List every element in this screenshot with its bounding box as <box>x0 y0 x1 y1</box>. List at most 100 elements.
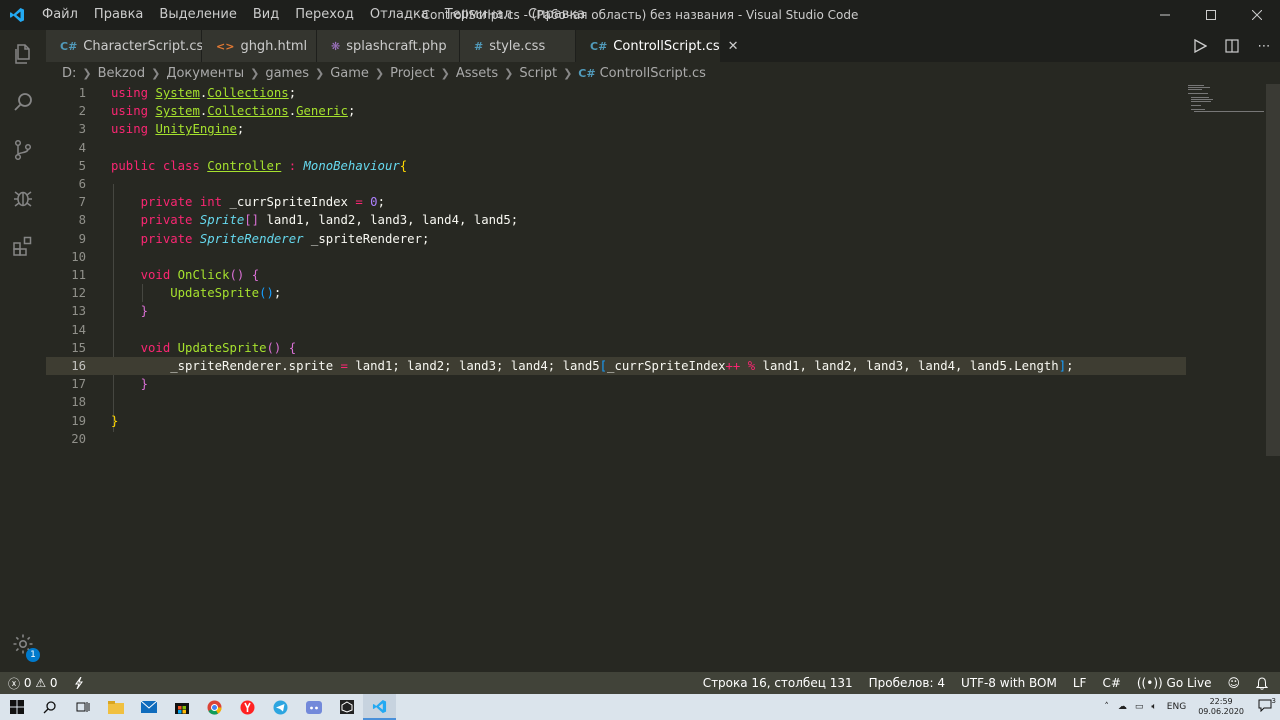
menu-selection[interactable]: Выделение <box>151 0 244 30</box>
notification-center-icon[interactable]: 3 <box>1250 697 1280 715</box>
menu-debug[interactable]: Отладка <box>362 0 437 30</box>
vertical-scrollbar[interactable] <box>1266 84 1280 456</box>
manage-gear-icon[interactable]: 1 <box>0 620 46 668</box>
clock[interactable]: 22:59 09.06.2020 <box>1192 697 1250 717</box>
clock-date: 09.06.2020 <box>1198 707 1244 716</box>
code-line[interactable]: 10 <box>46 248 1186 266</box>
bolt-icon[interactable] <box>66 672 92 694</box>
language-mode[interactable]: C# <box>1094 672 1128 694</box>
maximize-button[interactable] <box>1188 0 1234 30</box>
breadcrumb-item[interactable]: Документы <box>166 66 244 81</box>
file-explorer-icon[interactable] <box>99 694 132 720</box>
code-line[interactable]: 19} <box>46 412 1186 430</box>
go-live-button[interactable]: ((•)) Go Live <box>1129 672 1220 694</box>
split-editor-icon[interactable] <box>1216 30 1248 62</box>
telegram-icon[interactable] <box>264 694 297 720</box>
menu-edit[interactable]: Правка <box>86 0 151 30</box>
search-icon[interactable] <box>33 694 66 720</box>
close-button[interactable] <box>1234 0 1280 30</box>
go-live-label: Go Live <box>1166 676 1212 690</box>
tab-controllscript[interactable]: C# ControllScript.cs ✕ <box>576 30 739 62</box>
breadcrumb-item[interactable]: Assets <box>456 66 498 81</box>
chevron-up-icon[interactable]: ˄ <box>1099 702 1114 712</box>
unity-icon[interactable] <box>330 694 363 720</box>
menu-terminal[interactable]: Терминал <box>437 0 520 30</box>
tab-characterscript[interactable]: C# CharacterScript.cs <box>46 30 203 62</box>
code-line[interactable]: 2 using System.Collections.Generic; <box>46 102 1186 120</box>
menu-file[interactable]: Файл <box>34 0 86 30</box>
code-text: using System.Collections.Generic; <box>111 104 356 119</box>
breadcrumb-item[interactable]: Project <box>390 66 434 81</box>
search-icon[interactable] <box>0 78 46 126</box>
breadcrumb-item[interactable]: Script <box>519 66 557 81</box>
code-line[interactable]: 8 private Sprite[] land1, land2, land3, … <box>46 211 1186 229</box>
code-line[interactable]: 12 UpdateSprite(); <box>46 284 1186 302</box>
vscode-taskbar-icon[interactable] <box>363 694 396 720</box>
code-line[interactable]: 6 <box>46 175 1186 193</box>
mail-icon[interactable] <box>132 694 165 720</box>
code-line[interactable]: 9 private SpriteRenderer _spriteRenderer… <box>46 230 1186 248</box>
task-view-icon[interactable] <box>66 694 99 720</box>
clock-time: 22:59 <box>1209 697 1233 706</box>
tab-ghgh-html[interactable]: <> ghgh.html <box>202 30 317 62</box>
current-code-line[interactable]: 16 _spriteRenderer.sprite = land1; land2… <box>46 357 1186 376</box>
input-language[interactable]: ENG <box>1161 702 1192 712</box>
breadcrumb-item[interactable]: ControllScript.cs <box>600 66 706 81</box>
indentation[interactable]: Пробелов: 4 <box>861 672 953 694</box>
menu-go[interactable]: Переход <box>287 0 362 30</box>
tab-style-css[interactable]: # style.css <box>460 30 576 62</box>
chevron-right-icon: ❯ <box>374 66 385 80</box>
network-icon[interactable]: ▭ <box>1131 702 1148 712</box>
end-of-line[interactable]: LF <box>1065 672 1095 694</box>
code-editor[interactable]: 1 using System.Collections; 2 using System… <box>46 84 1266 672</box>
discord-icon[interactable] <box>297 694 330 720</box>
close-tab-icon[interactable]: ✕ <box>728 39 739 54</box>
notifications-bell-icon[interactable] <box>1248 672 1276 694</box>
code-text: } <box>140 304 149 319</box>
csharp-icon: C# <box>578 66 596 80</box>
breadcrumb-item[interactable]: D: <box>62 66 76 81</box>
problems-status[interactable]: ⓧ 0 ⚠ 0 <box>0 672 66 694</box>
code-line[interactable]: 1 using System.Collections; <box>46 84 1186 102</box>
code-line[interactable]: 20 <box>46 430 1186 448</box>
menu-help[interactable]: Справка <box>520 0 593 30</box>
code-line[interactable]: 14 <box>46 321 1186 339</box>
run-icon[interactable] <box>1184 30 1216 62</box>
minimize-button[interactable] <box>1142 0 1188 30</box>
source-control-icon[interactable] <box>0 126 46 174</box>
cloud-icon[interactable]: ☁ <box>1114 702 1131 712</box>
code-line[interactable]: 13 } <box>46 302 1186 320</box>
windows-taskbar: ˄ ☁ ▭ 🔈︎ ENG 22:59 09.06.2020 3 <box>0 694 1280 720</box>
code-line[interactable]: 4 <box>46 139 1186 157</box>
windows-start-icon[interactable] <box>0 694 33 720</box>
store-icon[interactable] <box>165 694 198 720</box>
minimap[interactable] <box>1186 84 1266 114</box>
minimap-line <box>1188 85 1204 86</box>
feedback-smiley-icon[interactable]: ☺ <box>1219 672 1248 694</box>
code-line[interactable]: 11 void OnClick() { <box>46 266 1186 284</box>
code-line[interactable]: 17 } <box>46 375 1186 393</box>
chrome-icon[interactable] <box>198 694 231 720</box>
code-line[interactable]: 3 using UnityEngine; <box>46 120 1186 138</box>
line-number: 2 <box>78 104 86 119</box>
extensions-icon[interactable] <box>0 222 46 270</box>
more-actions-icon[interactable]: ⋯ <box>1248 30 1280 62</box>
code-line[interactable]: 5 public class Controller : MonoBehaviour… <box>46 157 1186 175</box>
tab-label: style.css <box>489 38 546 54</box>
breadcrumb-item[interactable]: Bekzod <box>98 66 145 81</box>
menu-view[interactable]: Вид <box>245 0 287 30</box>
line-number: 18 <box>71 395 86 410</box>
code-line[interactable]: 7 private int _currSpriteIndex = 0; <box>46 193 1186 211</box>
yandex-browser-icon[interactable] <box>231 694 264 720</box>
files-icon[interactable] <box>0 30 46 78</box>
breadcrumb-item[interactable]: games <box>265 66 309 81</box>
code-line[interactable]: 18 <box>46 393 1186 411</box>
debug-icon[interactable] <box>0 174 46 222</box>
encoding[interactable]: UTF-8 with BOM <box>953 672 1065 694</box>
volume-icon[interactable]: 🔈︎ <box>1147 702 1160 712</box>
code-line[interactable]: 15 void UpdateSprite() { <box>46 339 1186 357</box>
cursor-position[interactable]: Строка 16, столбец 131 <box>695 672 861 694</box>
breadcrumb-item[interactable]: Game <box>330 66 369 81</box>
tab-splashcraft-php[interactable]: ❋ splashcraft.php <box>317 30 460 62</box>
tab-label: ghgh.html <box>240 38 308 54</box>
